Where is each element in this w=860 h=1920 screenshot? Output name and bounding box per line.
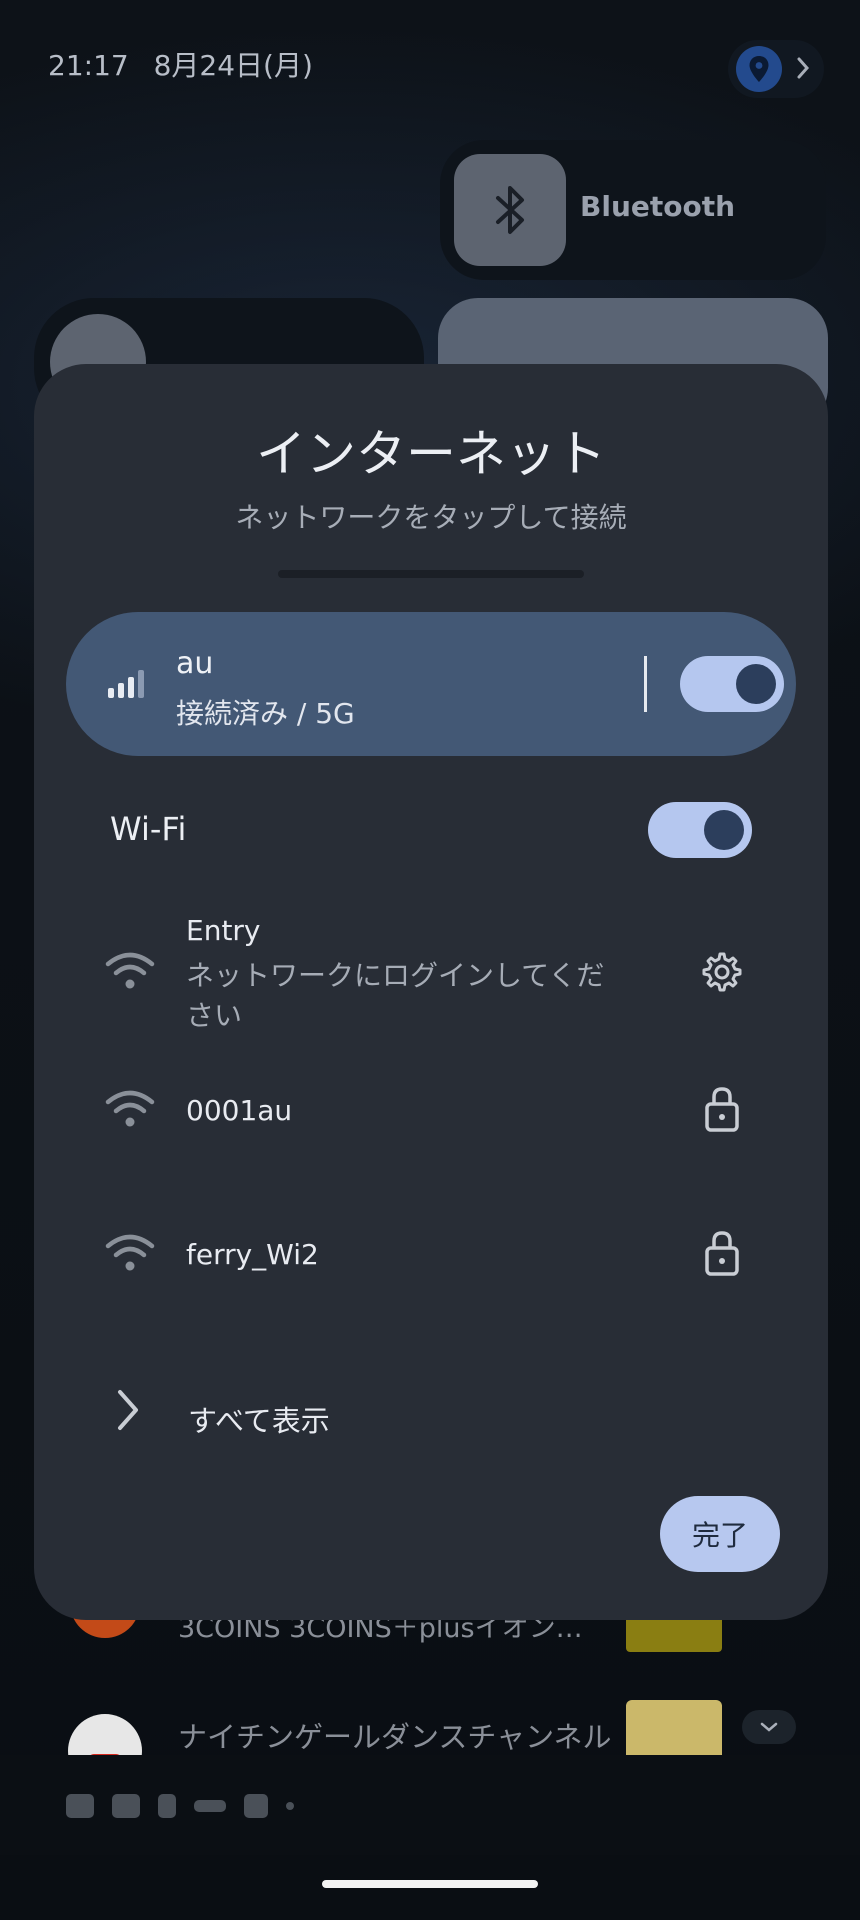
povo-shelf-icon — [194, 1800, 226, 1812]
mobile-network-card[interactable]: au 接続済み / 5G — [66, 612, 796, 756]
show-all-label: すべて表示 — [188, 1404, 330, 1438]
clock: 21:17 — [48, 49, 129, 82]
bluetooth-icon — [454, 154, 566, 266]
youtube-shelf-icon — [66, 1794, 94, 1818]
toggle-knob — [704, 810, 744, 850]
bluetooth-tile[interactable]: Bluetooth — [440, 140, 826, 280]
wifi-signal-icon — [105, 952, 155, 989]
chevron-right-icon — [118, 1390, 138, 1430]
wifi-signal-icon — [105, 1090, 155, 1127]
wifi-toggle[interactable] — [648, 802, 752, 858]
au-pay-shelf-icon — [112, 1794, 140, 1818]
notification-thumbnail — [626, 1700, 722, 1756]
wifi-network-description: ネットワークにログインしてください — [186, 959, 605, 1032]
wifi-label: Wi-Fi — [110, 810, 187, 848]
wifi-network-item[interactable]: 0001au — [34, 1054, 828, 1154]
expand-button[interactable] — [742, 1710, 796, 1744]
wifi-network-name: ferry_Wi2 — [186, 1238, 319, 1271]
bluetooth-label: Bluetooth — [580, 190, 736, 223]
signal-strength-icon — [108, 670, 144, 698]
home-indicator[interactable] — [322, 1880, 538, 1888]
lock-icon — [705, 1087, 739, 1132]
internet-dialog: インターネット ネットワークをタップして接続 au 接続済み / 5G Wi-F… — [34, 364, 828, 1620]
chevron-right-icon — [796, 55, 810, 85]
location-pin-icon — [736, 46, 782, 92]
mobile-network-status: 接続済み / 5G — [176, 697, 355, 730]
mobile-data-toggle[interactable] — [680, 656, 784, 712]
wifi-network-name: Entry — [186, 914, 261, 947]
status-bar: 21:17 8月24日(月) — [48, 44, 329, 84]
wifi-network-name: 0001au — [186, 1094, 293, 1127]
mobile-network-name: au — [176, 646, 214, 681]
more-dot-icon — [286, 1802, 294, 1810]
dialog-title: インターネット — [256, 425, 606, 483]
notification-text: ナイチンゲールダンスチャンネル — [178, 1720, 612, 1754]
wifi-network-item[interactable]: Entry ネットワークにログインしてください — [34, 904, 828, 1032]
show-all-networks[interactable]: すべて表示 — [34, 1374, 828, 1454]
toggle-knob — [736, 664, 776, 704]
location-indicator[interactable] — [728, 40, 824, 98]
dialog-subtitle: ネットワークをタップして接続 — [235, 501, 627, 534]
bing-shelf-icon — [158, 1794, 176, 1818]
chevron-down-icon — [760, 1722, 778, 1732]
d-shelf-icon — [244, 1794, 268, 1818]
divider — [278, 570, 584, 578]
separator — [644, 656, 647, 712]
notification-shelf-icons — [66, 1794, 294, 1818]
wifi-signal-icon — [105, 1234, 155, 1271]
wifi-network-item[interactable]: ferry_Wi2 — [34, 1198, 828, 1298]
gear-icon[interactable] — [700, 950, 744, 994]
date: 8月24日(月) — [153, 49, 313, 82]
done-button[interactable]: 完了 — [660, 1496, 780, 1572]
lock-icon — [705, 1231, 739, 1276]
